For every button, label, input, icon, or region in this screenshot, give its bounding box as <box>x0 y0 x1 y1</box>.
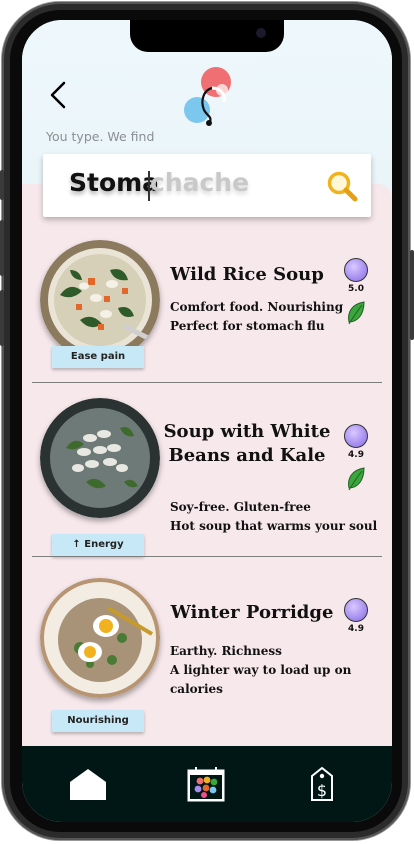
bean-kale-soup-image <box>40 398 160 518</box>
rating-icon <box>344 424 368 448</box>
recipe-desc-line: Earthy. Richness <box>170 644 282 658</box>
recipe-description: Comfort food. Nourishing Perfect for sto… <box>170 298 343 336</box>
volume-down-button <box>0 290 4 346</box>
recipe-description: Earthy. Richness A lighter way to load u… <box>170 642 392 699</box>
calendar-icon[interactable] <box>186 766 226 802</box>
recipe-title-line: Winter Porridge <box>170 602 334 623</box>
mute-switch <box>0 170 4 200</box>
rating-icon <box>344 598 368 622</box>
rating-value: 4.9 <box>348 450 364 460</box>
wild-rice-soup-image <box>40 240 160 360</box>
back-arrow-icon[interactable] <box>46 80 72 110</box>
rating-icon <box>344 258 368 282</box>
winter-porridge-image <box>40 578 160 698</box>
recipe-title: Soup with White Beans and Kale <box>162 420 332 468</box>
recipe-title-line: Soup with White <box>163 421 331 442</box>
power-button <box>410 250 414 340</box>
recipe-description: Soy-free. Gluten-free Hot soup that warm… <box>170 498 377 536</box>
home-icon[interactable] <box>68 766 108 802</box>
volume-up-button <box>0 220 4 276</box>
recipe-desc-line: Hot soup that warms your soul <box>170 519 378 533</box>
recipe-desc-line: A lighter way to load up on calories <box>170 663 352 696</box>
recipe-title: Wild Rice Soup <box>162 264 332 285</box>
search-input[interactable]: Stoma chache <box>43 154 371 217</box>
recipe-card[interactable]: Nourishing Winter Porridge Earthy. Richn… <box>22 566 392 736</box>
front-camera <box>256 28 266 38</box>
bottom-navigation: $ <box>22 746 392 822</box>
notch <box>130 20 284 52</box>
recipe-title-line: Wild Rice Soup <box>170 264 324 285</box>
svg-text:$: $ <box>317 781 327 800</box>
leaf-icon <box>348 301 365 325</box>
divider <box>32 556 382 557</box>
app-screen: You type. We find Stoma chache Ease pain… <box>22 20 392 822</box>
leaf-icon <box>348 467 365 491</box>
search-icon[interactable] <box>325 169 359 203</box>
search-typed-text: Stoma <box>69 168 160 197</box>
benefit-tag: Ease pain <box>52 346 144 368</box>
app-logo <box>184 67 231 126</box>
recipe-card[interactable]: Ease pain Wild Rice Soup Comfort food. N… <box>22 236 392 406</box>
benefit-tag: ↑ Energy <box>52 534 144 556</box>
rating-value: 5.0 <box>348 284 364 294</box>
recipe-title-line: Beans and Kale <box>168 445 326 466</box>
rating-value: 4.9 <box>348 624 364 634</box>
recipe-card[interactable]: ↑ Energy Soup with White Beans and Kale … <box>22 392 392 562</box>
recipe-desc-line: Perfect for stomach flu <box>170 319 325 333</box>
recipe-desc-line: Soy-free. Gluten-free <box>170 500 311 514</box>
divider <box>32 382 382 383</box>
recipe-desc-line: Comfort food. Nourishing <box>170 300 344 314</box>
tagline: You type. We find <box>46 129 155 144</box>
recipe-title: Winter Porridge <box>162 602 342 623</box>
price-tag-icon[interactable]: $ <box>302 766 342 802</box>
search-autocomplete-text: chache <box>150 168 250 197</box>
benefit-tag: Nourishing <box>52 710 144 732</box>
